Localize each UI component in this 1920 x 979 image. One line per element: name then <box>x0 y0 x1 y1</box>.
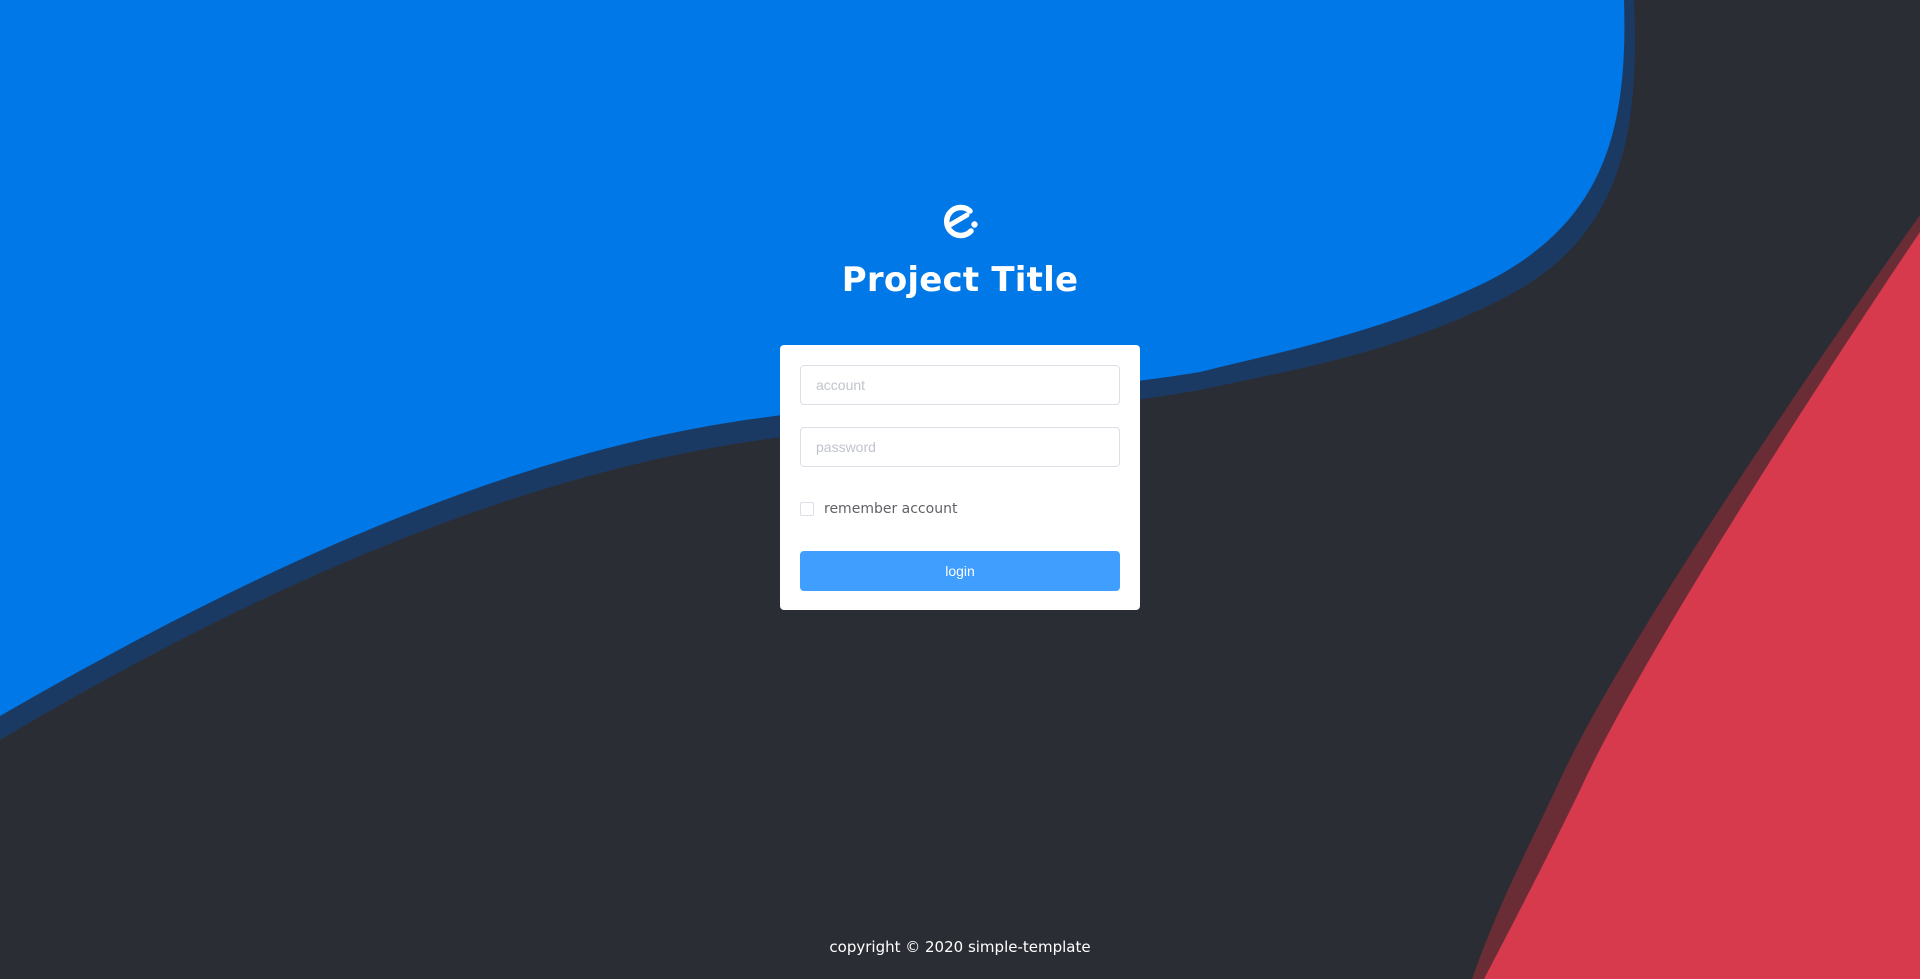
login-card: remember account login <box>780 345 1140 610</box>
copyright-footer: copyright © 2020 simple-template <box>829 938 1091 956</box>
remember-account-label[interactable]: remember account <box>824 501 957 517</box>
password-input[interactable] <box>800 427 1120 467</box>
remember-account-row: remember account <box>800 489 1120 529</box>
element-e-logo-icon <box>943 204 978 239</box>
remember-account-checkbox[interactable] <box>800 502 814 516</box>
red-shape <box>1484 232 1920 979</box>
login-button[interactable]: login <box>800 551 1120 591</box>
brand-header: Project Title <box>0 200 1920 300</box>
account-input[interactable] <box>800 365 1120 405</box>
page-title: Project Title <box>841 260 1079 300</box>
